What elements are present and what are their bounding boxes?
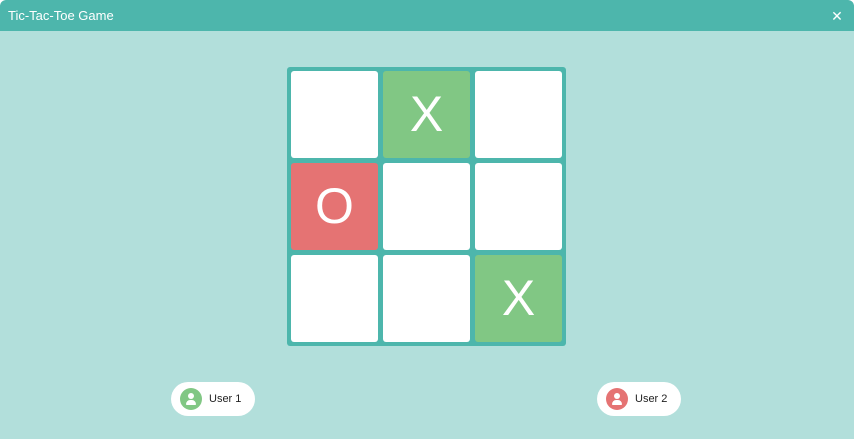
user-icon [180,388,202,410]
board-cell[interactable] [383,163,470,250]
window-title: Tic-Tac-Toe Game [8,8,114,23]
board-cell[interactable] [383,255,470,342]
close-icon[interactable]: ✕ [829,8,845,24]
board-cell[interactable]: X [383,71,470,158]
board-cell[interactable] [291,71,378,158]
player-1-badge: User 1 [171,382,255,416]
player-1-name: User 1 [209,393,242,405]
board-cell[interactable] [475,163,562,250]
game-board: X O X [287,67,566,346]
game-window: Tic-Tac-Toe Game ✕ X O X User 1 User 2 [0,0,854,439]
board-cell[interactable]: X [475,255,562,342]
board-cell[interactable] [475,71,562,158]
board-cell[interactable]: O [291,163,378,250]
user-icon [606,388,628,410]
player-2-badge: User 2 [597,382,681,416]
title-bar: Tic-Tac-Toe Game ✕ [0,0,854,31]
player-2-name: User 2 [635,393,668,405]
board-cell[interactable] [291,255,378,342]
